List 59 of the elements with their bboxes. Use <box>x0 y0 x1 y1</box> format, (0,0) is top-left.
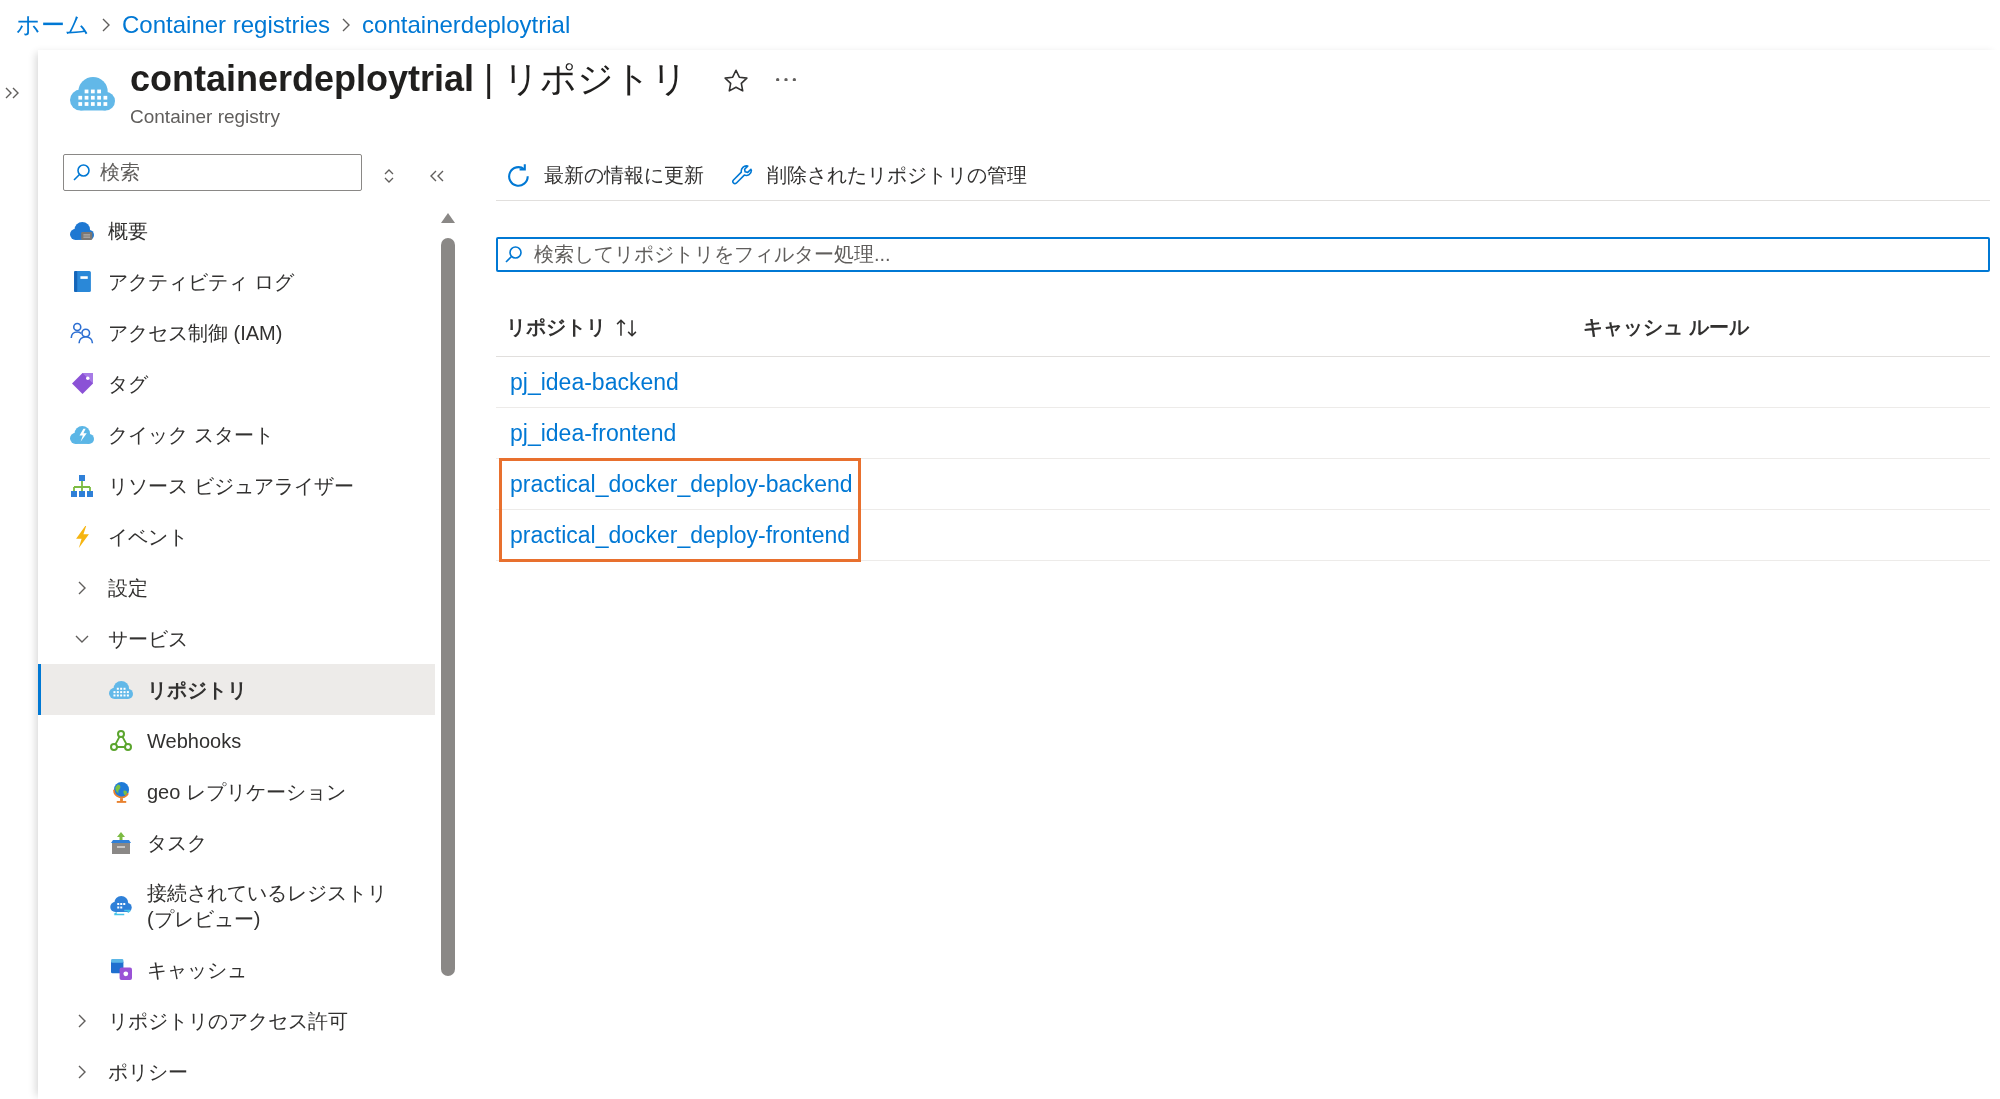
cache-icon <box>110 959 132 980</box>
repository-link[interactable]: pj_idea-frontend <box>496 419 677 447</box>
repository-link[interactable]: practical_docker_deploy-frontend <box>496 521 851 549</box>
breadcrumb-link[interactable]: containerdeploytrial <box>362 11 571 39</box>
sidebar-item[interactable]: タグ <box>38 358 435 409</box>
star-icon[interactable] <box>724 69 749 92</box>
globe-icon <box>112 780 130 803</box>
cloud-server-icon <box>70 221 94 240</box>
sidebar-item[interactable]: アクティビティ ログ <box>38 256 435 307</box>
sidebar-item[interactable]: Webhooks <box>38 715 435 766</box>
scroll-up-icon[interactable] <box>441 213 455 223</box>
sidebar-group[interactable]: リポジトリのアクセス許可 <box>38 995 435 1046</box>
double-chevron-right-icon[interactable] <box>5 87 19 99</box>
chevron-right-icon <box>342 18 351 32</box>
chevron-right-icon <box>102 18 110 32</box>
up-down-icon[interactable] <box>384 168 394 184</box>
sidebar-item[interactable]: キャッシュ <box>38 944 435 995</box>
page-subtitle: Container registry <box>130 105 281 129</box>
sidebar-item[interactable]: geo レプリケーション <box>38 766 435 817</box>
double-chevron-left-icon[interactable] <box>430 170 444 182</box>
sidebar-group[interactable]: ポリシー <box>38 1046 435 1097</box>
sidebar-item[interactable]: タスク <box>38 817 435 868</box>
sidebar-item[interactable]: 接続されているレジストリ (プレビュー) <box>38 868 435 944</box>
cloud-bolt-icon <box>70 425 94 444</box>
sidebar-item[interactable]: 概要 <box>38 205 435 256</box>
more-icon[interactable] <box>776 78 797 82</box>
cloud-grid-icon <box>109 680 133 699</box>
search-icon <box>505 246 522 263</box>
column-header[interactable]: リポジトリ <box>496 314 1583 341</box>
notebook-icon <box>73 271 91 292</box>
lightning-icon <box>75 525 89 548</box>
people-icon <box>70 321 94 344</box>
sidebar-item[interactable]: イベント <box>38 511 435 562</box>
tag-icon <box>71 373 93 394</box>
breadcrumb-link[interactable]: Container registries <box>122 11 331 39</box>
page-title: containerdeploytrial | リポジトリ <box>130 57 689 101</box>
sidebar-group[interactable]: サービス <box>38 613 435 664</box>
sidebar-group[interactable]: 設定 <box>38 562 435 613</box>
repository-link[interactable]: pj_idea-backend <box>496 368 679 396</box>
sidebar-item[interactable]: リポジトリ <box>38 664 435 715</box>
sidebar-item[interactable]: リソース ビジュアライザー <box>38 460 435 511</box>
box-icon <box>111 831 131 854</box>
filter-field[interactable]: 検索してリポジトリをフィルター処理... <box>496 237 1990 272</box>
scrollbar-thumb[interactable] <box>441 238 455 976</box>
sidebar-item[interactable]: クイック スタート <box>38 409 435 460</box>
search-field[interactable]: 検索 <box>63 154 362 191</box>
refresh-icon <box>508 162 530 188</box>
toolbar-button[interactable]: 削除されたリポジトリの管理 <box>720 155 1037 195</box>
repository-link[interactable]: practical_docker_deploy-backend <box>496 470 853 498</box>
hierarchy-icon <box>71 474 93 497</box>
search-icon <box>73 164 90 181</box>
sidebar-item[interactable]: アクセス制御 (IAM) <box>38 307 435 358</box>
webhook-icon <box>110 730 132 751</box>
cloud-arrows-icon <box>110 896 132 916</box>
breadcrumb-link[interactable]: ホーム <box>16 9 90 41</box>
column-header: キャッシュ ルール <box>1583 315 1749 340</box>
cloud-grid-icon <box>70 77 115 111</box>
toolbar-button[interactable]: 最新の情報に更新 <box>496 155 714 195</box>
wrench-icon <box>732 165 753 185</box>
